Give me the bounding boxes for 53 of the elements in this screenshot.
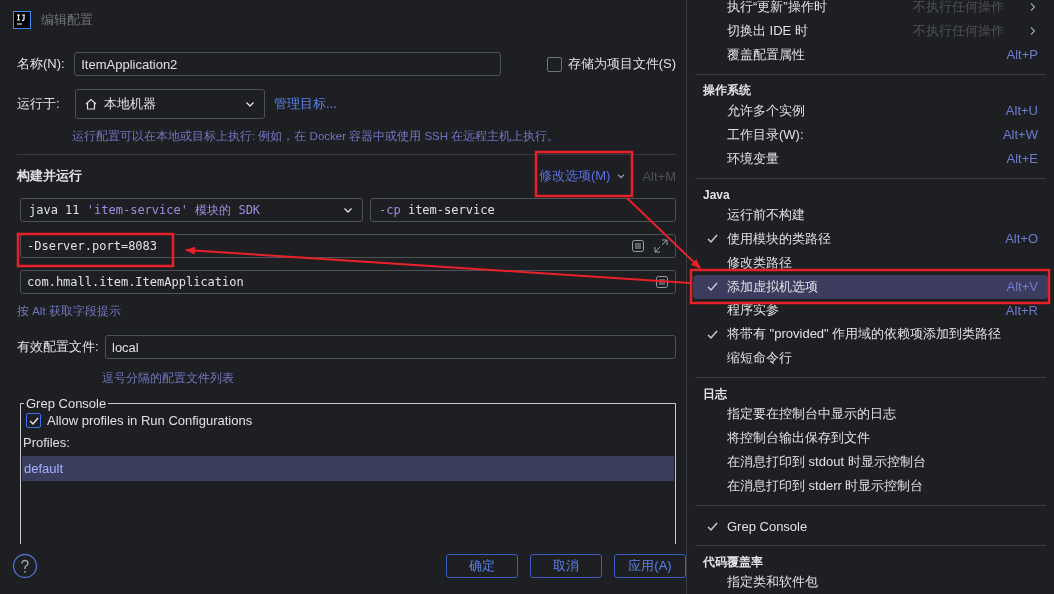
profile-item[interactable]: default [22,456,674,481]
main-class-field[interactable]: com.hmall.item.ItemApplication [20,270,676,294]
profiles-field[interactable]: local [105,335,676,359]
store-as-project-file-checkbox[interactable]: 存储为项目文件(S) [546,55,676,73]
profiles-list-label: Profiles: [23,435,71,450]
run-on-hint: 运行配置可以在本地或目标上执行: 例如，在 Docker 容器中或使用 SSH 在远程主机上执行。 [72,129,561,144]
menu-item[interactable]: 指定要在控制台中显示的日志 [693,402,1048,427]
menu-section-header: 日志 [702,386,728,403]
menu-item[interactable]: 环境变量 Alt+E [693,146,1048,171]
manage-targets-link[interactable]: 管理目标... [274,95,337,113]
menu-section-header: 代码覆盖率 [702,554,764,571]
list-icon[interactable] [655,275,669,289]
menu-item[interactable]: 指定类和软件包 [693,570,1048,594]
help-icon[interactable] [12,553,38,579]
run-target-dropdown[interactable]: 本地机器 [75,89,265,119]
menu-section-header: 操作系统 [702,82,752,99]
menu-section-header: Java [702,186,731,203]
section-title: 构建并运行 [17,167,82,185]
profiles-hint: 逗号分隔的配置文件列表 [102,371,235,386]
sdk-dropdown[interactable]: java 11 'item-service' 模块的 SDK [20,198,363,222]
menu-item[interactable]: 将控制台输出保存到文件 [693,426,1048,451]
app-logo-icon [13,11,31,29]
name-label: 名称(N): [17,55,66,73]
alt-hint: 按 Alt 获取字段提示 [17,304,122,319]
menu-item[interactable]: 将带有 "provided" 作用域的依赖项添加到类路径 [693,322,1048,347]
dialog-button[interactable]: 取消 [530,554,602,578]
dialog-button[interactable]: 应用(A) [614,554,686,578]
menu-item[interactable]: 工作目录(W): Alt+W [693,122,1048,147]
menu-item[interactable]: 添加虚拟机选项 Alt+V [693,274,1048,299]
menu-item[interactable]: 允许多个实例 Alt+U [693,98,1048,123]
run-on-label: 运行于: [17,95,61,113]
menu-item[interactable]: 缩短命令行 [693,346,1048,371]
vm-options-field[interactable]: -Dserver.port=8083 [20,234,676,258]
menu-item[interactable]: 在消息打印到 stderr 时显示控制台 [693,474,1048,499]
menu-item[interactable]: 覆盖配置属性 Alt+P [693,42,1048,67]
menu-item[interactable]: 使用模块的类路径 Alt+O [693,226,1048,251]
chevron-down-icon [616,171,627,181]
menu-item[interactable]: 程序实参 Alt+R [693,298,1048,323]
menu-item[interactable]: 运行前不构建 [693,202,1048,227]
group-title: Grep Console [25,396,108,411]
profiles-label: 有效配置文件: [17,338,100,356]
dialog-button[interactable]: 确定 [446,554,518,578]
menu-item[interactable]: 修改类路径 [693,250,1048,275]
list-icon[interactable] [631,239,645,253]
expand-icon[interactable] [653,238,669,254]
modify-options-link[interactable]: 修改选项(M) [538,167,627,185]
menu-item[interactable]: 在消息打印到 stdout 时显示控制台 [693,450,1048,475]
menu-item[interactable]: Grep Console [693,514,1048,539]
home-icon [84,97,98,111]
allow-profiles-checkbox[interactable]: Allow profiles in Run Configurations [26,413,674,428]
name-field[interactable]: ItemApplication2 [74,52,501,76]
classpath-dropdown[interactable]: -cp item-service [370,198,676,222]
window-title: 编辑配置 [41,11,93,29]
